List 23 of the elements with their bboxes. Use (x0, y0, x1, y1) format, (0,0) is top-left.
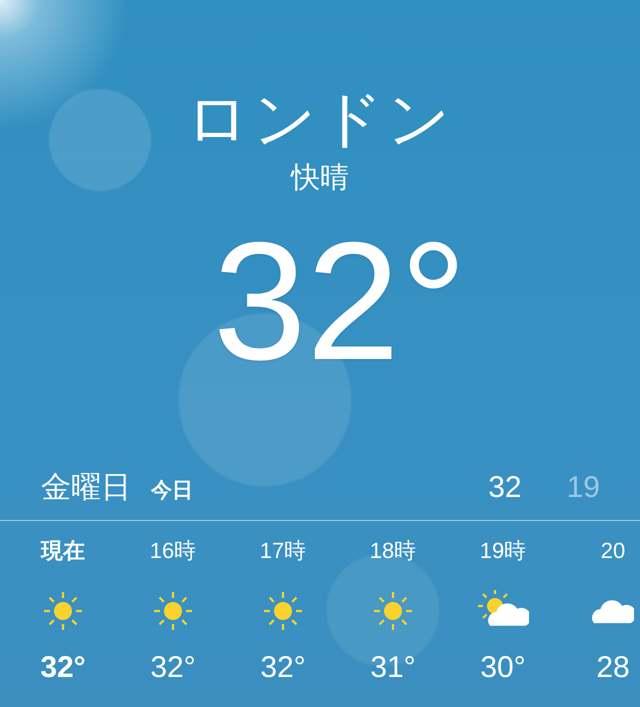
city-name: ロンドン (186, 84, 454, 156)
hour-label: 18時 (370, 537, 416, 565)
hour-label: 19時 (480, 537, 526, 565)
hour-temperature: 31° (370, 650, 416, 686)
hour-label: 現在 (41, 537, 85, 565)
hour-label: 16時 (150, 537, 196, 565)
hour-temperature: 30° (480, 650, 526, 686)
sun-icon (152, 590, 194, 632)
today-label: 今日 (151, 478, 193, 504)
current-temperature: 32° (212, 216, 468, 386)
hour-temperature: 32° (260, 650, 306, 686)
sun-icon (42, 590, 84, 632)
low-temperature: 19 (566, 471, 600, 505)
hour-temperature: 28 (596, 650, 630, 686)
hour-label: 17時 (260, 537, 306, 565)
sun-icon (372, 590, 414, 632)
high-temperature: 32 (488, 471, 522, 505)
weather-condition: 快晴 (291, 161, 349, 196)
hour-temperature: 32° (150, 650, 196, 686)
hour-label: 20 (600, 537, 626, 565)
weekday: 金曜日 (41, 470, 131, 506)
hour-temperature: 32° (40, 650, 86, 686)
sun-icon (262, 590, 304, 632)
